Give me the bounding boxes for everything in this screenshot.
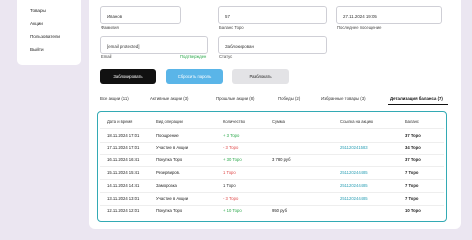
row-quantity: - 3 Торо <box>223 196 239 201</box>
balance-label: Баланс Торо <box>219 25 244 30</box>
table-row: 14.11.2024 14:41 Заморозка 1 Торо 251120… <box>100 180 444 192</box>
row-sum: 3 780 руб <box>272 157 291 162</box>
row-quantity: + 30 Торо <box>223 157 242 162</box>
sidebar-item-products[interactable]: Товары <box>30 8 46 13</box>
row-balance: 10 Торо <box>405 208 421 213</box>
table-header-quantity: Количество <box>223 119 245 124</box>
unblock-button[interactable]: Разблокать <box>232 69 289 84</box>
tab-active-promotions[interactable]: Активные акции (3) <box>150 96 189 101</box>
email-field[interactable]: [email protected] <box>100 36 208 54</box>
row-balance: 37 Торо <box>405 157 421 162</box>
last-visit-label: Последнее посещение <box>337 25 382 30</box>
row-operation: Участие в Акции <box>156 196 189 201</box>
last-visit-value: 27.11.2024 19:05 <box>343 14 377 19</box>
row-promo-link[interactable]: 251120244485 <box>340 170 368 175</box>
table-row: 13.11.2024 13:01 Участие в Акции - 3 Тор… <box>100 193 444 205</box>
row-promo-link[interactable]: 251120244485 <box>340 183 368 188</box>
tab-all-promotions[interactable]: Все акции (11) <box>100 96 129 101</box>
table-row: 16.11.2024 16:41 Покупка Торо + 30 Торо … <box>100 154 444 166</box>
tab-past-promotions[interactable]: Прошлые акции (8) <box>216 96 255 101</box>
row-balance: 37 Торо <box>405 133 421 138</box>
row-quantity: 1 Торо <box>223 183 236 188</box>
status-field[interactable]: Заблокирован <box>218 36 327 54</box>
table-row: 18.11.2024 17:01 Поощрение + 3 Торо 37 Т… <box>100 130 444 142</box>
table-header-date: Дата и время <box>107 119 133 124</box>
row-date: 16.11.2024 16:41 <box>107 157 140 162</box>
row-quantity: + 3 Торо <box>223 133 240 138</box>
table-header-sum: Сумма <box>272 119 285 124</box>
row-quantity: 1 Торо <box>223 170 236 175</box>
table-row: 17.11.2024 17:01 Участие в Акции - 3 Тор… <box>100 142 444 154</box>
row-operation: Заморозка <box>156 183 177 188</box>
row-date: 14.11.2024 14:41 <box>107 183 140 188</box>
row-promo-link[interactable]: 251120244485 <box>340 196 368 201</box>
row-date: 15.11.2024 15:41 <box>107 170 140 175</box>
table-row: 12.11.2024 12:01 Покупка Торо + 10 Торо … <box>100 205 444 217</box>
email-confirmed-badge: Подтвержден <box>180 54 207 59</box>
active-tab-indicator <box>388 104 448 105</box>
row-operation: Участие в Акции <box>156 145 189 150</box>
table-header-promo-link: Ссылка на акцию <box>340 119 374 124</box>
row-operation: Покупка Торо <box>156 208 183 213</box>
table-header-balance: Баланс <box>405 119 419 124</box>
sidebar-item-logout[interactable]: Выйти <box>30 47 44 52</box>
row-balance: 7 Торо <box>405 183 419 188</box>
email-value: [email protected] <box>107 44 140 49</box>
row-date: 18.11.2024 17:01 <box>107 133 140 138</box>
row-operation: Покупка Торо <box>156 157 183 162</box>
block-button[interactable]: Заблокировать <box>100 69 156 84</box>
surname-field[interactable]: Иванов <box>100 6 181 24</box>
surname-label: Фамилия <box>101 25 119 30</box>
reset-password-button[interactable]: Сбросить пароль <box>166 69 223 84</box>
sidebar-item-promotions[interactable]: Акции <box>30 21 43 26</box>
table-row: 15.11.2024 15:41 Резервиров. 1 Торо 2511… <box>100 167 444 179</box>
status-label: Статус <box>219 54 233 59</box>
tab-balance-details[interactable]: Детализация баланса (7) <box>390 96 443 101</box>
row-balance: 7 Торо <box>405 196 419 201</box>
sidebar: Товары Акции Пользователи Выйти <box>17 0 81 65</box>
row-promo-link[interactable]: 251120241583 <box>340 145 368 150</box>
table-header-operation: Вид операции <box>156 119 183 124</box>
table-divider <box>100 128 444 129</box>
row-quantity: + 10 Торо <box>223 208 242 213</box>
row-sum: 950 руб <box>272 208 287 213</box>
status-value: Заблокирован <box>225 44 254 49</box>
row-quantity: - 3 Торо <box>223 145 239 150</box>
row-date: 17.11.2024 17:01 <box>107 145 140 150</box>
row-date: 12.11.2024 12:01 <box>107 208 140 213</box>
row-operation: Резервиров. <box>156 170 180 175</box>
sidebar-item-users[interactable]: Пользователи <box>30 34 60 39</box>
email-label: Email <box>101 54 112 59</box>
balance-value: 57 <box>225 14 230 19</box>
balance-field[interactable]: 57 <box>218 6 327 24</box>
row-date: 13.11.2024 13:01 <box>107 196 140 201</box>
row-balance: 7 Торо <box>405 170 419 175</box>
last-visit-field[interactable]: 27.11.2024 19:05 <box>336 6 442 24</box>
tab-wins[interactable]: Победы (2) <box>278 96 300 101</box>
row-balance: 34 Торо <box>405 145 421 150</box>
surname-value: Иванов <box>107 14 123 19</box>
row-operation: Поощрение <box>156 133 179 138</box>
tab-favorite-products[interactable]: Избранные товары (3) <box>321 96 366 101</box>
